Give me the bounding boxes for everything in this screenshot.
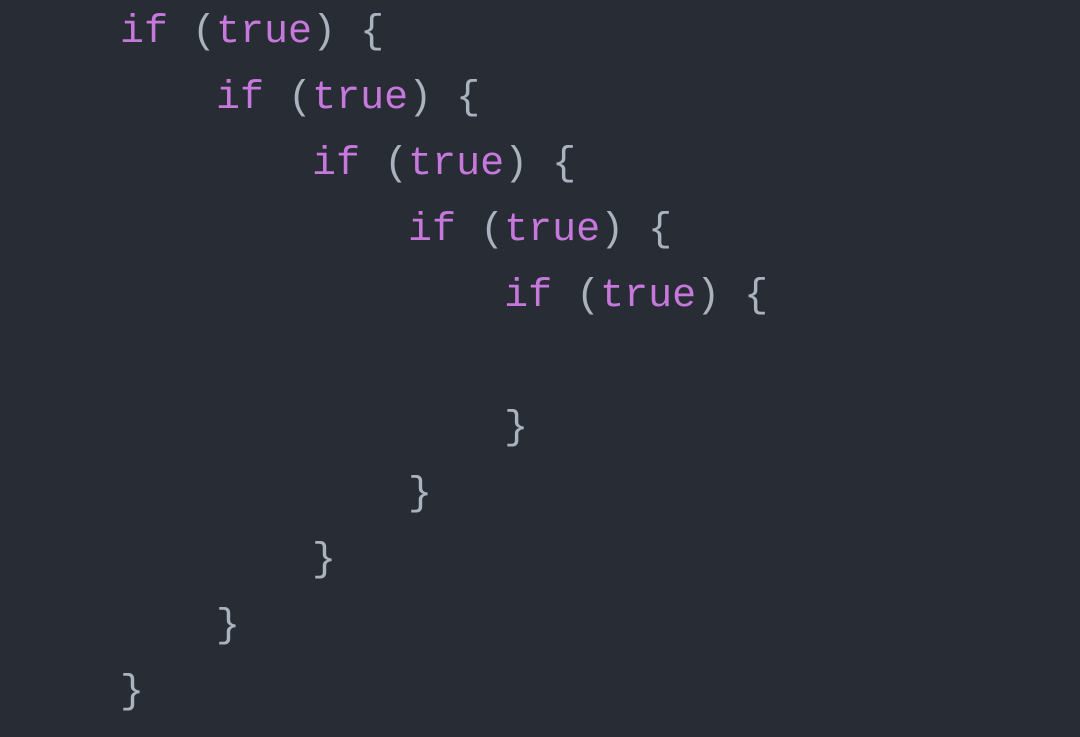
code-line-7: } bbox=[120, 462, 1080, 528]
code-line-3: if (true) { bbox=[120, 132, 1080, 198]
brace-open: { bbox=[456, 76, 480, 121]
value-true: true bbox=[408, 142, 504, 187]
indent bbox=[120, 142, 312, 187]
code-line-5: if (true) { bbox=[120, 264, 1080, 330]
brace-open: { bbox=[552, 142, 576, 187]
indent bbox=[120, 406, 504, 451]
value-true: true bbox=[216, 10, 312, 55]
space bbox=[168, 10, 192, 55]
space bbox=[456, 208, 480, 253]
space bbox=[264, 76, 288, 121]
space bbox=[360, 142, 384, 187]
code-editor-content: if (true) { if (true) { if (true) { if (… bbox=[120, 0, 1080, 726]
code-line-1: if (true) { bbox=[120, 0, 1080, 66]
brace-open: { bbox=[648, 208, 672, 253]
indent bbox=[120, 472, 408, 517]
space bbox=[624, 208, 648, 253]
keyword-if: if bbox=[216, 76, 264, 121]
indent bbox=[120, 208, 408, 253]
paren-open: ( bbox=[288, 76, 312, 121]
paren-open: ( bbox=[480, 208, 504, 253]
code-line-8: } bbox=[120, 528, 1080, 594]
brace-close: } bbox=[120, 670, 144, 715]
keyword-if: if bbox=[504, 274, 552, 319]
value-true: true bbox=[504, 208, 600, 253]
indent bbox=[120, 76, 216, 121]
value-true: true bbox=[600, 274, 696, 319]
paren-close: ) bbox=[696, 274, 720, 319]
code-line-2: if (true) { bbox=[120, 66, 1080, 132]
brace-close: } bbox=[408, 472, 432, 517]
space bbox=[336, 10, 360, 55]
brace-close: } bbox=[504, 406, 528, 451]
space bbox=[528, 142, 552, 187]
indent bbox=[120, 604, 216, 649]
paren-open: ( bbox=[576, 274, 600, 319]
paren-close: ) bbox=[504, 142, 528, 187]
space bbox=[432, 76, 456, 121]
paren-close: ) bbox=[600, 208, 624, 253]
code-line-4: if (true) { bbox=[120, 198, 1080, 264]
brace-close: } bbox=[312, 538, 336, 583]
space bbox=[552, 274, 576, 319]
value-true: true bbox=[312, 76, 408, 121]
brace-open: { bbox=[744, 274, 768, 319]
paren-close: ) bbox=[408, 76, 432, 121]
indent bbox=[120, 538, 312, 583]
paren-open: ( bbox=[192, 10, 216, 55]
code-line-blank bbox=[120, 330, 1080, 396]
paren-close: ) bbox=[312, 10, 336, 55]
code-line-9: } bbox=[120, 594, 1080, 660]
code-line-6: } bbox=[120, 396, 1080, 462]
brace-close: } bbox=[216, 604, 240, 649]
space bbox=[720, 274, 744, 319]
code-line-10: } bbox=[120, 660, 1080, 726]
paren-open: ( bbox=[384, 142, 408, 187]
keyword-if: if bbox=[408, 208, 456, 253]
keyword-if: if bbox=[312, 142, 360, 187]
indent bbox=[120, 274, 504, 319]
brace-open: { bbox=[360, 10, 384, 55]
keyword-if: if bbox=[120, 10, 168, 55]
